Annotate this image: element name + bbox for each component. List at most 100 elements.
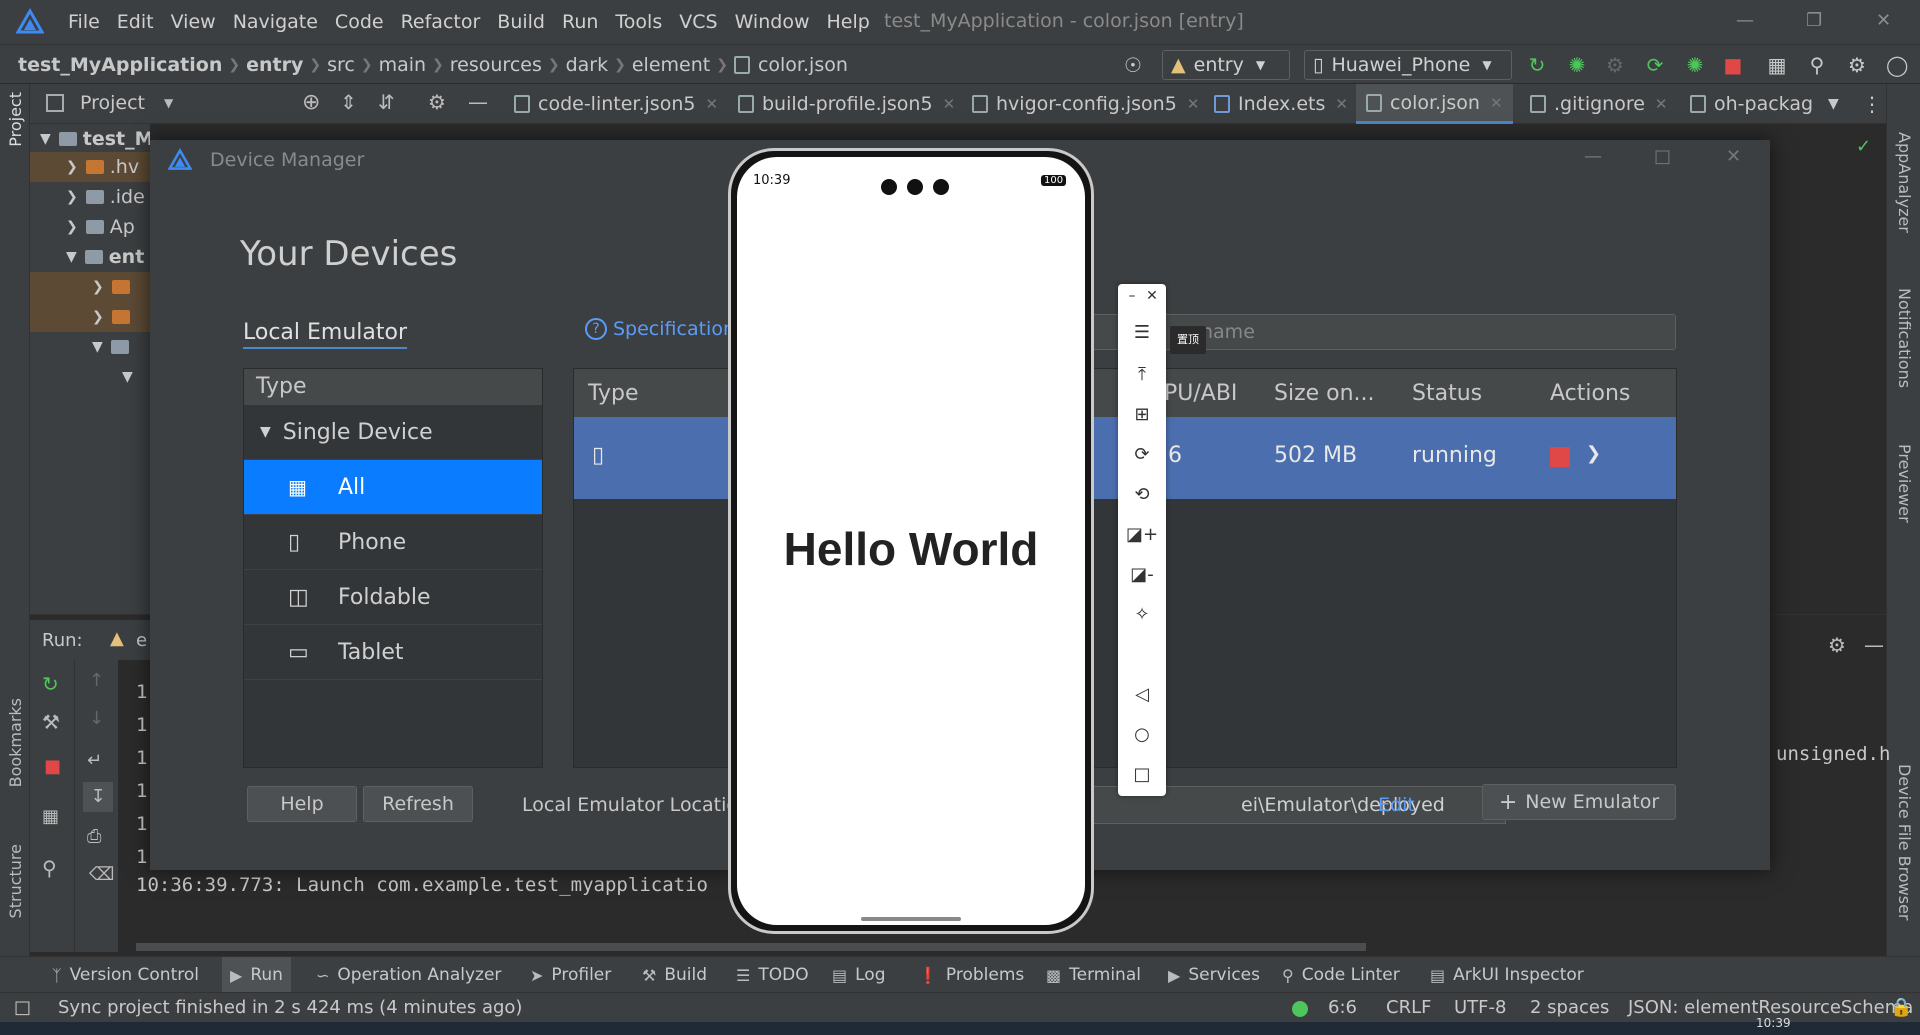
close-icon[interactable]: ✕ xyxy=(1490,94,1503,112)
tree-item[interactable]: ▼ ent xyxy=(66,242,144,272)
breadcrumb-dark[interactable]: dark xyxy=(566,54,609,76)
tab-gitignore[interactable]: .gitignore ✕ xyxy=(1530,84,1668,124)
recents-icon[interactable]: □ xyxy=(1118,764,1166,785)
close-icon[interactable]: ✕ xyxy=(1128,288,1176,304)
tool-tab-problems[interactable]: ❗ Problems xyxy=(918,957,1024,993)
horizontal-scrollbar[interactable] xyxy=(136,943,1366,951)
trash-icon[interactable]: ⌫ xyxy=(89,864,114,885)
tool-tab-profiler[interactable]: ➤ Profiler xyxy=(530,957,611,993)
minimize-icon[interactable]: — xyxy=(1584,146,1602,167)
profile-icon[interactable]: ✺ xyxy=(1684,54,1706,76)
rerun-icon[interactable]: ↻ xyxy=(1526,54,1548,76)
tool-tab-terminal[interactable]: ▩ Terminal xyxy=(1046,957,1141,993)
tab-code-linter[interactable]: code-linter.json5 ✕ xyxy=(514,84,718,124)
collapse-all-icon[interactable]: ⇵ xyxy=(378,90,395,114)
tool-tab-services[interactable]: ▶ Services xyxy=(1168,957,1260,993)
type-item-foldable[interactable]: ◫ Foldable xyxy=(244,570,542,625)
project-view-select[interactable]: Project xyxy=(80,92,145,114)
breadcrumb-project[interactable]: test_MyApplication xyxy=(18,54,222,76)
indent-setting[interactable]: 2 spaces xyxy=(1530,997,1609,1018)
tab-list-chevron-icon[interactable]: ▼ xyxy=(1828,84,1839,124)
hide-icon[interactable]: — xyxy=(1864,633,1884,657)
emulator-screen[interactable]: 10:39 100 Hello World xyxy=(737,157,1085,925)
restore-icon[interactable]: ❐ xyxy=(1806,10,1822,31)
menu-refactor[interactable]: Refactor xyxy=(401,11,481,33)
tree-item[interactable]: ▼ xyxy=(92,332,135,362)
account-icon[interactable]: ◯ xyxy=(1886,54,1908,76)
search-icon[interactable]: ⚲ xyxy=(1806,54,1828,76)
tool-tab-log[interactable]: ▤ Log xyxy=(832,957,886,993)
rerun-icon[interactable]: ↻ xyxy=(42,672,59,696)
wrench-icon[interactable]: ⚒ xyxy=(42,710,60,734)
menu-help[interactable]: Help xyxy=(826,11,869,33)
breadcrumb-file[interactable]: color.json xyxy=(758,54,848,76)
tool-tab-version-control[interactable]: ᛉ Version Control xyxy=(52,957,199,993)
status-message[interactable]: Sync project finished in 2 s 424 ms (4 m… xyxy=(58,997,522,1018)
attach-debugger-icon[interactable]: ⚙ xyxy=(1604,54,1626,76)
edit-link[interactable]: Edit xyxy=(1378,794,1415,816)
hide-icon[interactable]: — xyxy=(468,90,488,114)
breadcrumb-module[interactable]: entry xyxy=(246,54,303,76)
refresh-button[interactable]: Refresh xyxy=(363,786,473,822)
new-emulator-button[interactable]: + New Emulator xyxy=(1482,784,1676,820)
chevron-down-icon[interactable]: ▼ xyxy=(164,96,173,110)
breadcrumb-element[interactable]: element xyxy=(632,54,710,76)
menu-run[interactable]: Run xyxy=(562,11,598,33)
module-select[interactable]: ▲ entry ▼ xyxy=(1162,50,1290,80)
tab-oh-package[interactable]: oh-packag xyxy=(1690,84,1813,124)
more-icon[interactable]: ⋮ xyxy=(1862,84,1882,124)
crop-icon[interactable]: ⊞ xyxy=(1118,404,1166,425)
up-icon[interactable]: ↑ xyxy=(89,670,104,691)
tab-color-json[interactable]: color.json ✕ xyxy=(1356,84,1513,124)
close-icon[interactable]: ✕ xyxy=(705,95,718,113)
scroll-to-end-icon[interactable]: ↧ xyxy=(83,782,113,812)
device-select[interactable]: ▯ Huawei_Phone ▼ xyxy=(1304,50,1512,80)
stop-emulator-icon[interactable] xyxy=(1550,447,1570,467)
type-item-all[interactable]: ▦ All xyxy=(244,460,542,515)
menu-tools[interactable]: Tools xyxy=(615,11,662,33)
close-icon[interactable]: ✕ xyxy=(1876,10,1891,31)
maximize-icon[interactable]: □ xyxy=(1654,146,1671,167)
print-icon[interactable]: ⎙ xyxy=(87,826,101,847)
volume-up-icon[interactable]: ◪+ xyxy=(1118,524,1166,545)
stop-icon[interactable]: ■ xyxy=(44,756,61,777)
close-icon[interactable]: ✕ xyxy=(1187,95,1200,113)
menu-vcs[interactable]: VCS xyxy=(679,11,717,33)
tree-item[interactable]: ▼ xyxy=(122,362,133,392)
tool-tab-run[interactable]: ▶ Run xyxy=(222,957,291,993)
file-encoding[interactable]: UTF-8 xyxy=(1454,997,1506,1018)
close-icon[interactable]: ✕ xyxy=(943,95,956,113)
close-icon[interactable]: ✕ xyxy=(1726,146,1741,167)
rotate-icon[interactable]: ⟳ xyxy=(1118,444,1166,465)
bookmarks-stripe-button[interactable]: Bookmarks xyxy=(6,698,25,787)
target-icon[interactable]: ☉ xyxy=(1122,54,1144,76)
tool-tab-build[interactable]: ⚒ Build xyxy=(642,957,707,993)
tree-root[interactable]: ▼ test_M xyxy=(40,124,154,154)
tab-build-profile[interactable]: build-profile.json5 ✕ xyxy=(738,84,955,124)
menu-code[interactable]: Code xyxy=(335,11,384,33)
back-icon[interactable]: ◁ xyxy=(1118,684,1166,705)
volume-down-icon[interactable]: ◪- xyxy=(1118,564,1166,585)
home-indicator[interactable] xyxy=(861,917,961,921)
menu-window[interactable]: Window xyxy=(735,11,810,33)
type-item-phone[interactable]: ▯ Phone xyxy=(244,515,542,570)
tree-item[interactable]: ❯ .hv xyxy=(30,152,150,182)
breadcrumb-main[interactable]: main xyxy=(379,54,426,76)
column-size[interactable]: Size on... xyxy=(1274,381,1375,406)
project-stripe-button[interactable]: Project xyxy=(6,92,25,147)
home-icon[interactable]: ○ xyxy=(1118,724,1166,745)
expand-all-icon[interactable]: ⇕ xyxy=(340,90,357,114)
stop-icon[interactable]: ■ xyxy=(1722,54,1744,76)
menu-view[interactable]: View xyxy=(171,11,216,33)
device-file-browser-stripe-button[interactable]: Device File Browser xyxy=(1895,764,1914,921)
tab-index-ets[interactable]: Index.ets ✕ xyxy=(1214,84,1348,124)
cursor-position[interactable]: 6:6 xyxy=(1328,997,1357,1018)
tab-hvigor-config[interactable]: hvigor-config.json5 ✕ xyxy=(972,84,1199,124)
shake-icon[interactable]: ✧ xyxy=(1118,604,1166,625)
pin-icon[interactable]: ⚲ xyxy=(42,856,57,880)
tree-item[interactable]: ❯ .ide xyxy=(66,182,145,212)
chevron-down-icon[interactable]: ❯ xyxy=(1586,443,1601,464)
structure-stripe-button[interactable]: Structure xyxy=(6,844,25,918)
menu-edit[interactable]: Edit xyxy=(117,11,154,33)
lock-icon[interactable]: 🔒 xyxy=(1890,997,1912,1018)
